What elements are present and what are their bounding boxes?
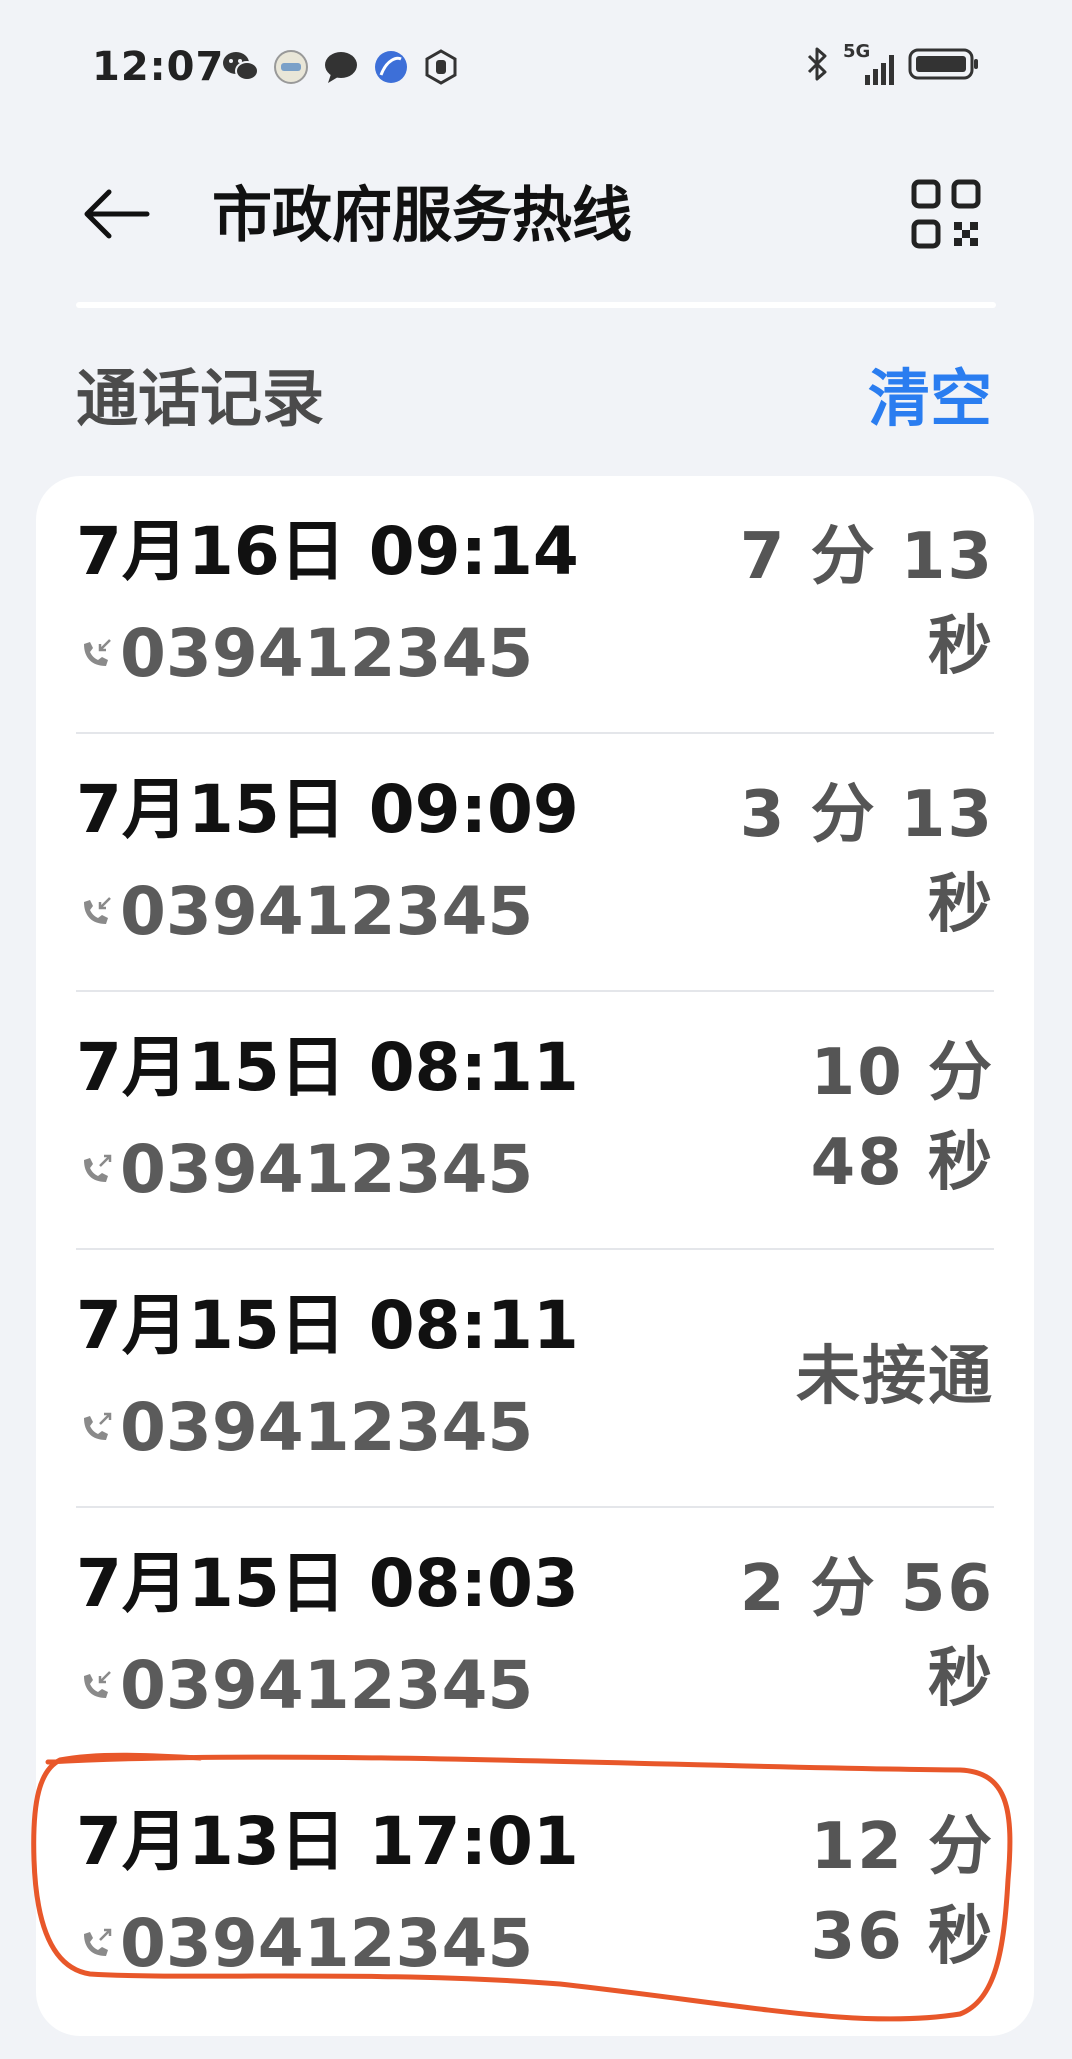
incoming-call-icon (76, 1666, 116, 1706)
battery-icon (908, 47, 980, 85)
duration-line-2: 48 秒 (810, 1126, 994, 1200)
qr-code-icon (911, 179, 981, 253)
outgoing-call-icon (76, 1924, 116, 1964)
wechat-icon (222, 48, 260, 86)
duration-line-1: 未接通 (796, 1340, 994, 1414)
qr-code-button[interactable] (906, 176, 986, 256)
section-title: 通话记录 (76, 362, 325, 435)
call-datetime: 7月15日 08:11 (76, 1029, 579, 1106)
app-badge-icon (272, 48, 310, 86)
call-duration: 7 分 13 秒 (734, 512, 994, 692)
header-divider (76, 302, 996, 308)
signal-5g-icon: 5G (843, 41, 894, 85)
call-number: 039412345 (120, 615, 534, 692)
incoming-call-icon (76, 634, 116, 674)
call-duration: 未接通 (734, 1332, 994, 1422)
duration-line-1: 3 分 13 (739, 778, 994, 852)
page-title: 市政府服务热线 (212, 181, 632, 251)
shield-hand-icon (422, 48, 460, 86)
call-log-list: 7月16日 09:14 039412345 7 分 13 秒 7月15日 09:… (36, 476, 1034, 2036)
call-number: 039412345 (120, 1389, 534, 1466)
call-datetime: 7月16日 09:14 (76, 513, 579, 590)
outgoing-call-icon (76, 1408, 116, 1448)
duration-line-2: 秒 (928, 868, 994, 942)
network-label: 5G (843, 41, 871, 62)
call-log-item[interactable]: 7月15日 08:11 039412345 10 分 48 秒 (76, 992, 994, 1250)
duration-line-2: 秒 (928, 610, 994, 684)
call-datetime: 7月15日 09:09 (76, 771, 579, 848)
call-number: 039412345 (120, 1905, 534, 1982)
call-datetime: 7月13日 17:01 (76, 1803, 579, 1880)
call-number: 039412345 (120, 1647, 534, 1724)
status-icons-right: 5G (805, 41, 980, 86)
call-log-item[interactable]: 7月16日 09:14 039412345 7 分 13 秒 (76, 476, 994, 734)
call-duration: 3 分 13 秒 (734, 770, 994, 950)
call-number: 039412345 (120, 873, 534, 950)
chat-bubble-icon (322, 48, 360, 86)
back-button[interactable] (78, 178, 154, 254)
duration-line-2: 秒 (928, 1642, 994, 1716)
duration-line-1: 12 分 (810, 1810, 994, 1884)
browser-icon (372, 48, 410, 86)
call-log-item[interactable]: 7月13日 17:01 039412345 12 分 36 秒 (76, 1766, 994, 2024)
call-log-item[interactable]: 7月15日 08:11 039412345 未接通 (76, 1250, 994, 1508)
call-datetime: 7月15日 08:03 (76, 1545, 579, 1622)
incoming-call-icon (76, 892, 116, 932)
arrow-left-icon (81, 186, 151, 246)
call-duration: 10 分 48 秒 (734, 1028, 994, 1208)
outgoing-call-icon (76, 1150, 116, 1190)
clear-button[interactable]: 清空 (868, 362, 992, 436)
call-duration: 12 分 36 秒 (734, 1802, 994, 1982)
header: 市政府服务热线 (0, 150, 1072, 280)
duration-line-1: 10 分 (810, 1036, 994, 1110)
duration-line-2: 36 秒 (810, 1900, 994, 1974)
duration-line-1: 2 分 56 (739, 1552, 994, 1626)
call-datetime: 7月15日 08:11 (76, 1287, 579, 1364)
call-duration: 2 分 56 秒 (734, 1544, 994, 1724)
call-log-item[interactable]: 7月15日 08:03 039412345 2 分 56 秒 (76, 1508, 994, 1766)
call-number: 039412345 (120, 1131, 534, 1208)
call-log-item[interactable]: 7月15日 09:09 039412345 3 分 13 秒 (76, 734, 994, 992)
bluetooth-icon (805, 46, 829, 86)
status-icons-left (222, 48, 460, 86)
duration-line-1: 7 分 13 (739, 520, 994, 594)
status-bar: 12:07 5G (0, 0, 1072, 130)
status-time: 12:07 (92, 44, 225, 90)
